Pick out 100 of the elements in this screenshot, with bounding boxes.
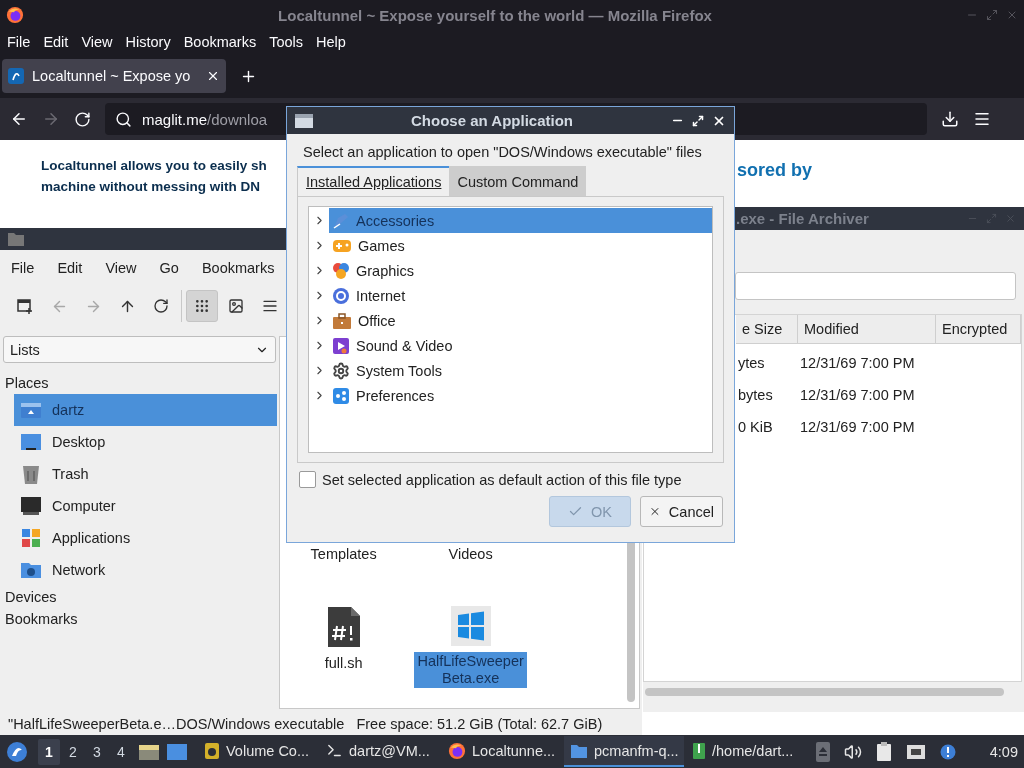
volume-icon[interactable] xyxy=(844,742,862,761)
category-item[interactable]: Graphics xyxy=(329,258,712,283)
file-name[interactable]: Videos xyxy=(445,545,496,564)
table-cell-text: ytes xyxy=(737,354,766,373)
speaker-icon xyxy=(204,741,220,760)
download-icon[interactable] xyxy=(941,110,959,128)
prompt-text: Select an application to open "DOS/Windows executable" files xyxy=(302,143,703,160)
desktop-switch[interactable]: 2 xyxy=(62,738,84,765)
status-text: "HalfLifeSweeperBeta.e…DOS/Windows executable xyxy=(8,716,345,732)
table-cell-text: 12/31/69 7:00 PM xyxy=(799,386,916,405)
taskbar-button[interactable]: dartz@VM... xyxy=(320,736,440,767)
browser-tab[interactable]: Localtunnel ~ Expose yo xyxy=(2,59,226,93)
table-cell-text: 12/31/69 7:00 PM xyxy=(799,418,916,437)
clipboard-icon[interactable] xyxy=(876,741,892,762)
forward-icon[interactable] xyxy=(42,110,60,128)
network-icon[interactable] xyxy=(906,743,926,760)
folder-icon xyxy=(8,232,24,246)
file-name[interactable]: Templates xyxy=(307,545,380,564)
clock: 4:09 xyxy=(989,743,1019,760)
desktop-switch[interactable]: 1 xyxy=(38,738,60,765)
page-heading: sored by xyxy=(737,160,814,181)
category-item[interactable]: Sound & Video xyxy=(329,333,712,358)
column-header[interactable]: Modified xyxy=(798,315,936,344)
sidebar-item[interactable]: Applications xyxy=(14,522,277,554)
notification-icon[interactable] xyxy=(940,743,956,760)
sidebar-item[interactable]: Desktop xyxy=(14,426,277,458)
list-icon xyxy=(262,298,278,314)
category-item[interactable]: System Tools xyxy=(329,358,712,383)
maximize-icon[interactable] xyxy=(692,114,704,127)
tab[interactable]: Custom Command xyxy=(449,166,587,196)
menu-item[interactable]: History xyxy=(125,34,171,50)
tab[interactable]: Installed Applications xyxy=(297,166,450,196)
reload-icon xyxy=(153,298,169,314)
desktop-icon xyxy=(20,432,42,452)
status-text: Free space: 51.2 GiB (Total: 62.7 GiB) xyxy=(356,716,603,732)
column-header[interactable]: Encrypted xyxy=(936,315,1021,344)
file-name[interactable]: HalfLifeSweeper Beta.exe xyxy=(414,652,527,688)
cancel-button[interactable]: Cancel xyxy=(640,496,723,527)
menu-item[interactable]: Bookmarks xyxy=(183,34,257,50)
checkbox[interactable] xyxy=(299,471,316,488)
toolbar-button[interactable] xyxy=(186,290,218,322)
back-icon[interactable] xyxy=(10,110,28,128)
show-desktop-icon[interactable] xyxy=(166,742,188,761)
category-item[interactable]: Games xyxy=(329,233,712,258)
scrollbar[interactable] xyxy=(645,688,1004,696)
table-cell-text: 0 KiB xyxy=(737,418,774,437)
menu-item[interactable]: Help xyxy=(316,34,346,50)
preferences-icon xyxy=(332,386,350,405)
table-cell-text: bytes xyxy=(737,386,774,405)
archive-icon xyxy=(692,741,706,760)
sidebar-item[interactable]: Trash xyxy=(14,458,277,490)
script-file-icon xyxy=(325,606,362,648)
media-icon xyxy=(332,336,350,355)
menu-item[interactable]: Bookmarks xyxy=(201,260,275,276)
globe-icon xyxy=(332,286,350,305)
taskbar-button[interactable]: pcmanfm-q... xyxy=(564,736,684,767)
menu-item[interactable]: Go xyxy=(159,260,179,276)
terminal-icon xyxy=(326,742,343,759)
reload-icon[interactable] xyxy=(74,110,91,128)
menu-item[interactable]: Tools xyxy=(269,34,304,50)
start-menu-icon[interactable] xyxy=(6,740,28,763)
applications-icon xyxy=(20,527,42,549)
menu-item[interactable]: File xyxy=(11,260,35,276)
eject-icon[interactable] xyxy=(816,741,830,762)
computer-icon xyxy=(20,496,42,516)
sidebar-item[interactable]: dartz xyxy=(14,394,277,426)
window-title: Localtunnel ~ Expose yourself to the world — Mozilla Firefox xyxy=(277,6,713,24)
menu-icon[interactable] xyxy=(973,110,991,128)
taskbar-button[interactable]: /home/dart... xyxy=(686,736,806,767)
close-tab-icon[interactable] xyxy=(206,69,220,83)
grid-icon xyxy=(194,298,210,314)
section-title: Devices xyxy=(4,588,58,607)
lists-dropdown[interactable]: Lists xyxy=(3,336,276,363)
window-title: .exe - File Archiver xyxy=(736,210,870,227)
gear-icon xyxy=(332,361,350,380)
category-item[interactable]: Internet xyxy=(329,283,712,308)
menu-item[interactable]: Edit xyxy=(43,34,69,50)
category-item[interactable]: Office xyxy=(329,308,712,333)
taskbar-button[interactable]: Localtunne... xyxy=(442,736,562,767)
sidebar-item[interactable]: Network xyxy=(14,554,277,586)
new-tab-icon xyxy=(17,298,33,314)
menu-item[interactable]: Edit xyxy=(57,260,83,276)
desktop-switch[interactable]: 4 xyxy=(110,738,132,765)
category-item[interactable]: Preferences xyxy=(329,383,712,408)
menu-item[interactable]: File xyxy=(7,34,31,50)
image-icon xyxy=(228,298,244,314)
network-folder-icon xyxy=(20,560,42,580)
page-text: machine without messing with DN xyxy=(41,179,261,194)
menu-item[interactable]: View xyxy=(81,34,113,50)
menu-item[interactable]: View xyxy=(105,260,137,276)
taskbar-button[interactable]: Volume Co... xyxy=(198,736,318,767)
dialog-title: Choose an Application xyxy=(410,112,574,129)
input-field[interactable] xyxy=(735,272,1016,300)
site-icon xyxy=(8,68,24,84)
desktop-switch[interactable]: 3 xyxy=(86,738,108,765)
window-icon xyxy=(295,113,313,128)
file-name[interactable]: full.sh xyxy=(321,654,366,673)
category-item[interactable]: Accessories xyxy=(329,208,712,233)
column-header[interactable]: e Size xyxy=(736,315,798,344)
sidebar-item[interactable]: Computer xyxy=(14,490,277,522)
